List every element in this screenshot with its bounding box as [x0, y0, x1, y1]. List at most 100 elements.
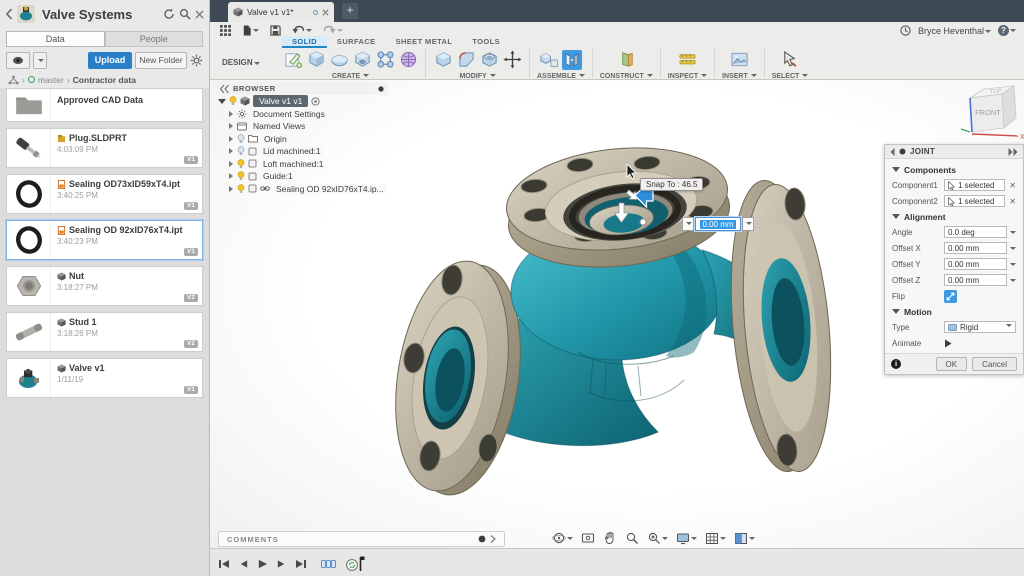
orbit-tool[interactable]: [552, 531, 573, 545]
group-label-construct[interactable]: CONSTRUCT: [600, 72, 653, 80]
offset-z-input[interactable]: 0.00 mm: [944, 274, 1007, 286]
tree-node[interactable]: Sealing OD 92xID76xT4.ip...: [216, 183, 388, 196]
settings-gear-icon[interactable]: [190, 54, 203, 67]
help-menu[interactable]: ?: [998, 25, 1016, 36]
list-item[interactable]: Stud 1 3:18:26 PM V2: [6, 312, 203, 352]
play-icon[interactable]: [257, 558, 268, 570]
step-back-icon[interactable]: [238, 558, 249, 570]
components-section-header[interactable]: Components: [892, 162, 1016, 177]
display-dot-icon[interactable]: [378, 86, 384, 92]
collapsed-icon[interactable]: [229, 123, 236, 129]
app-grid-menu-icon[interactable]: [220, 25, 231, 36]
group-label-select[interactable]: SELECT: [772, 72, 809, 80]
offset-value-input[interactable]: 0.00 mm: [695, 217, 741, 231]
sweep-button[interactable]: [329, 50, 349, 70]
tab-people[interactable]: People: [105, 31, 204, 47]
viewcube[interactable]: FRONT TOP X: [958, 82, 1024, 144]
tab-sheet-metal[interactable]: SHEET METAL: [386, 36, 463, 48]
user-name-menu[interactable]: Bryce Heventhal: [918, 26, 991, 36]
zoom-tool[interactable]: [625, 531, 639, 545]
construct-plane-button[interactable]: [616, 50, 636, 70]
new-folder-button[interactable]: New Folder: [135, 52, 187, 69]
refresh-icon[interactable]: [163, 8, 175, 20]
clear-selection-icon[interactable]: ✕: [1009, 181, 1016, 190]
create-form-button[interactable]: [398, 50, 418, 70]
tree-node[interactable]: Document Settings: [216, 108, 388, 121]
chevron-down-icon[interactable]: [1010, 247, 1016, 253]
list-item-selected[interactable]: Sealing OD 92xID76xT4.ipt 3:40:23 PM V1: [6, 220, 203, 260]
list-item[interactable]: Sealing OD73xID59xT4.ipt 3:40:25 PM V1: [6, 174, 203, 214]
bulb-off-icon[interactable]: [237, 146, 245, 156]
insert-button[interactable]: [729, 50, 749, 70]
new-component-button[interactable]: [539, 50, 559, 70]
bulb-on-icon[interactable]: [237, 171, 245, 181]
view-toggle-button[interactable]: [6, 52, 30, 69]
joint-dialog-header[interactable]: JOINT: [885, 145, 1023, 159]
collapsed-icon[interactable]: [229, 148, 236, 154]
browser-header[interactable]: BROWSER: [216, 82, 388, 95]
list-item[interactable]: Plug.SLDPRT 4:03:09 PM V1: [6, 128, 203, 168]
bulb-on-icon[interactable]: [237, 184, 245, 194]
create-sketch-button[interactable]: [283, 50, 303, 70]
pattern-button[interactable]: [375, 50, 395, 70]
collapsed-icon[interactable]: [229, 136, 236, 142]
tab-tools[interactable]: TOOLS: [462, 36, 510, 48]
list-item-folder[interactable]: Approved CAD Data: [6, 88, 203, 122]
go-to-end-icon[interactable]: [295, 558, 307, 570]
comments-bar[interactable]: COMMENTS: [218, 531, 505, 547]
fillet-button[interactable]: [456, 50, 476, 70]
joint-tool-button-active[interactable]: [562, 50, 582, 70]
list-item[interactable]: Valve v1 1/11/19 V1: [6, 358, 203, 398]
shell-button[interactable]: [479, 50, 499, 70]
look-at-tool[interactable]: [581, 531, 595, 545]
group-label-assemble[interactable]: ASSEMBLE: [537, 72, 585, 80]
close-tab-icon[interactable]: [322, 9, 329, 16]
dock-left-icon[interactable]: [890, 148, 895, 156]
save-icon[interactable]: [270, 25, 281, 36]
offset-y-input[interactable]: 0.00 mm: [944, 258, 1007, 270]
alignment-section-header[interactable]: Alignment: [892, 209, 1016, 224]
close-panel-icon[interactable]: [195, 10, 204, 19]
search-icon[interactable]: [179, 8, 191, 20]
timeline-group-icon[interactable]: [321, 558, 337, 570]
info-icon[interactable]: i: [891, 359, 901, 369]
go-to-start-icon[interactable]: [218, 558, 230, 570]
group-label-modify[interactable]: MODIFY: [459, 72, 495, 80]
tab-solid[interactable]: SOLID: [282, 36, 327, 48]
view-toggle-dropdown[interactable]: [33, 52, 47, 69]
breadcrumb-branch[interactable]: master: [38, 75, 64, 85]
press-pull-button[interactable]: [433, 50, 453, 70]
group-label-create[interactable]: CREATE: [332, 72, 369, 80]
redo-button[interactable]: [323, 25, 343, 36]
breadcrumb-folder[interactable]: Contractor data: [73, 75, 136, 85]
upload-button[interactable]: Upload: [88, 52, 132, 69]
tab-data[interactable]: Data: [6, 31, 105, 47]
job-status-clock-icon[interactable]: [900, 25, 911, 36]
tree-node[interactable]: Guide:1: [216, 170, 388, 183]
list-item[interactable]: Nut 3:18:27 PM V2: [6, 266, 203, 306]
angle-input[interactable]: 0.0 deg: [944, 226, 1007, 238]
new-tab-button[interactable]: +: [342, 3, 358, 19]
group-label-insert[interactable]: INSERT: [722, 72, 757, 80]
activate-radio-icon[interactable]: [311, 97, 320, 106]
collapsed-icon[interactable]: [229, 111, 236, 117]
cancel-button[interactable]: Cancel: [972, 357, 1017, 371]
ok-button[interactable]: OK: [936, 357, 968, 371]
type-select[interactable]: Rigid: [944, 321, 1016, 333]
viewports-settings[interactable]: [734, 532, 755, 545]
component2-selector[interactable]: 1 selected: [944, 195, 1005, 207]
clear-selection-icon[interactable]: ✕: [1009, 197, 1016, 206]
flip-button[interactable]: [944, 290, 957, 303]
expanded-icon[interactable]: [218, 99, 226, 108]
tree-node[interactable]: Lid machined:1: [216, 145, 388, 158]
design-menu[interactable]: DESIGN: [222, 58, 260, 67]
display-settings[interactable]: [676, 532, 697, 545]
tree-node[interactable]: Named Views: [216, 120, 388, 133]
offset-x-input[interactable]: 0.00 mm: [944, 242, 1007, 254]
bulb-on-icon[interactable]: [229, 96, 237, 106]
chevron-down-icon[interactable]: [1010, 263, 1016, 269]
tree-node[interactable]: Loft machined:1: [216, 158, 388, 171]
pan-tool[interactable]: [603, 531, 617, 545]
file-menu-button[interactable]: [242, 25, 259, 36]
tree-node[interactable]: Origin: [216, 133, 388, 146]
